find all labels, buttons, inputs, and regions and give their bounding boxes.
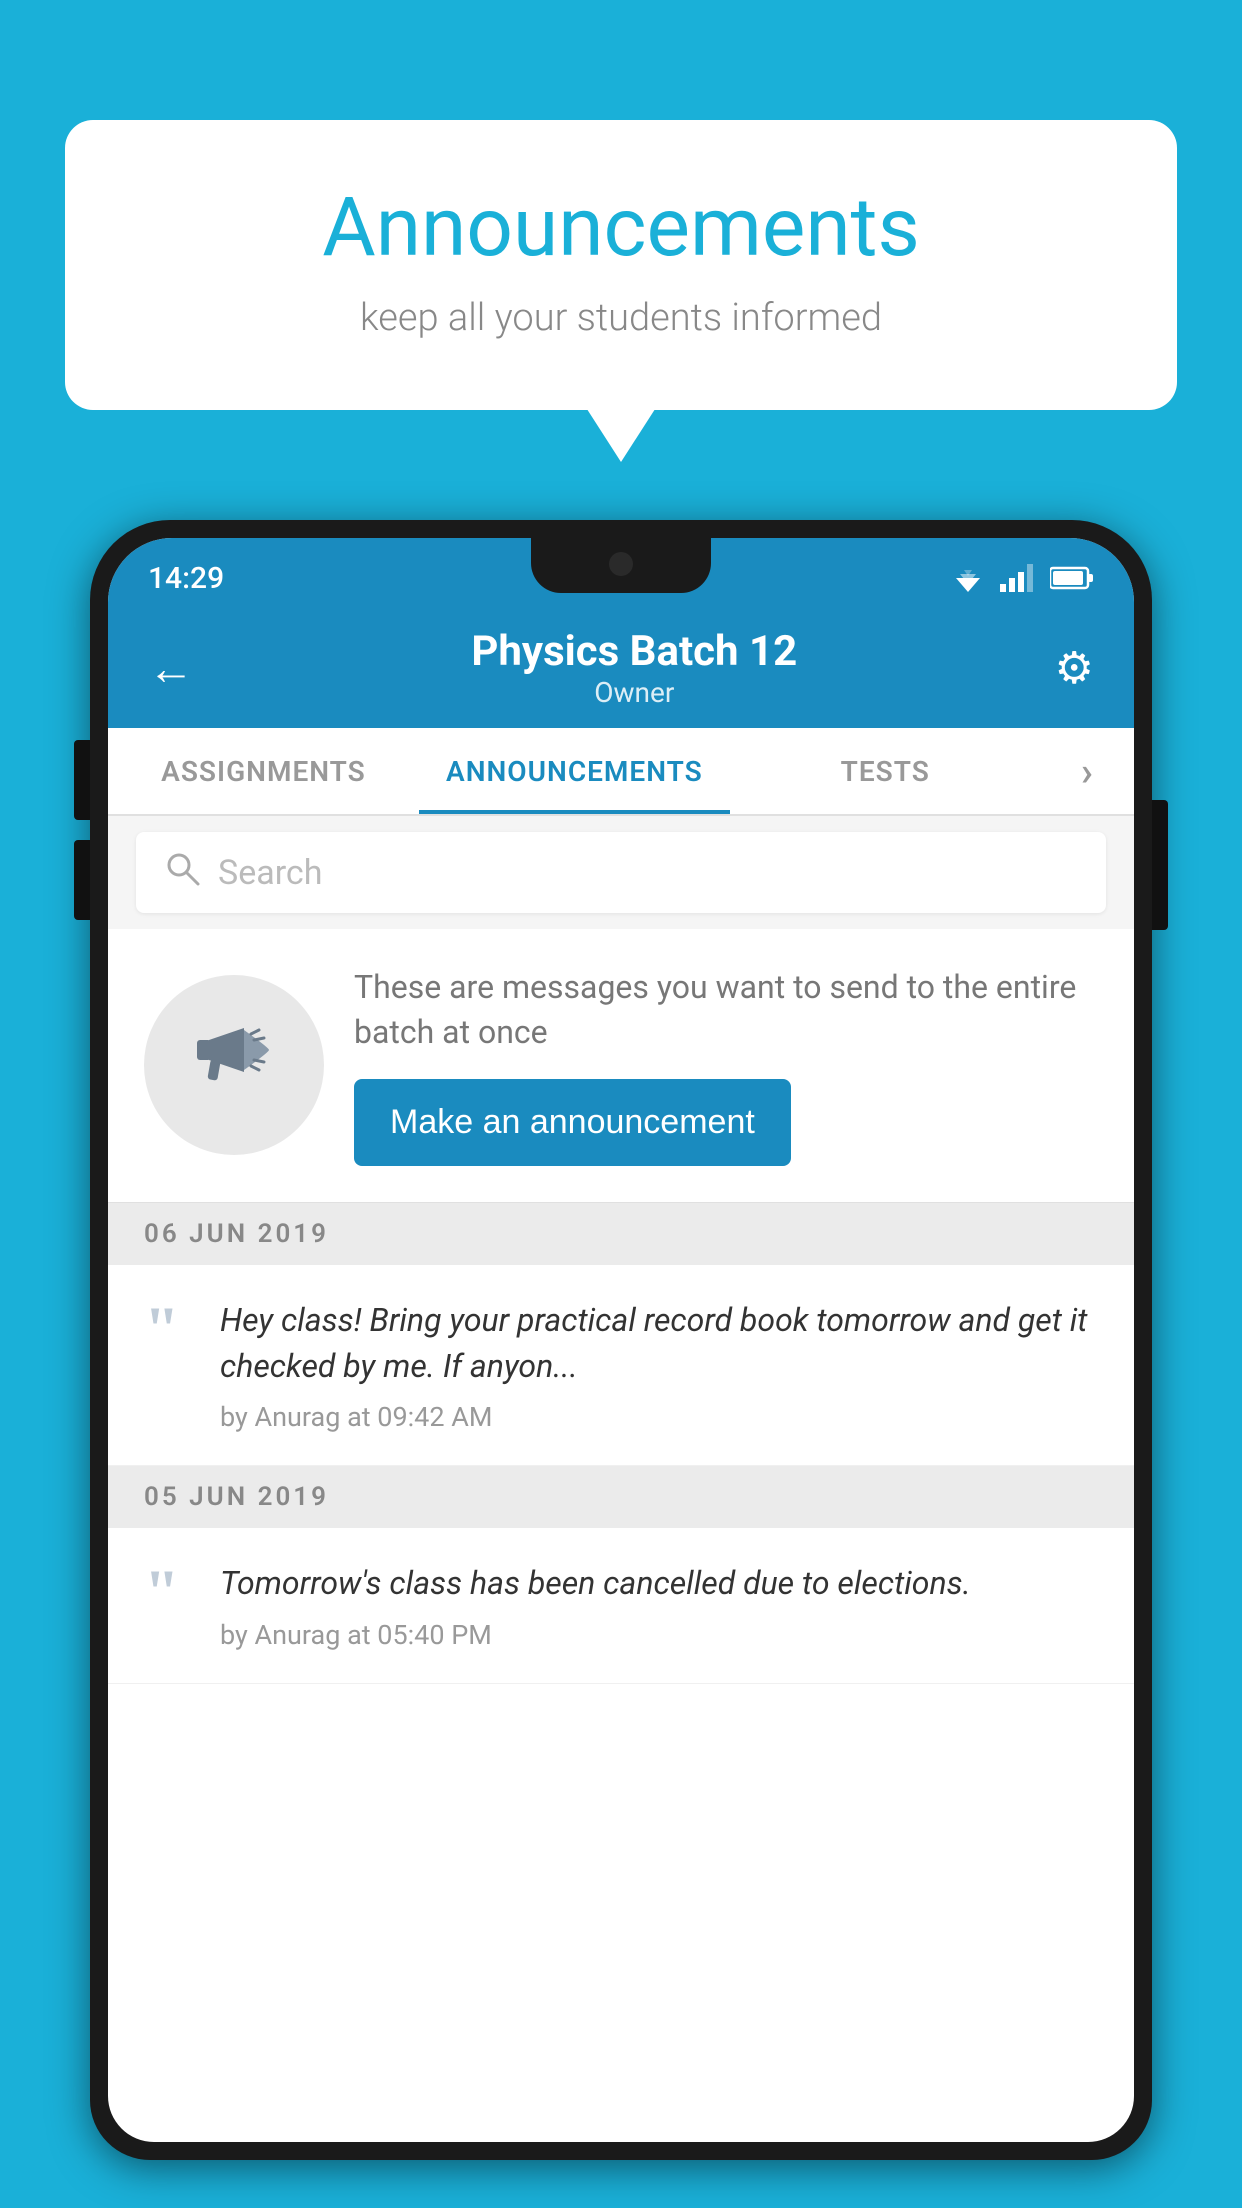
app-bar-title: Physics Batch 12: [214, 627, 1055, 676]
tab-assignments[interactable]: ASSIGNMENTS: [108, 728, 419, 814]
back-button[interactable]: ←: [148, 641, 194, 696]
promo-description: These are messages you want to send to t…: [354, 965, 1098, 1055]
promo-icon-circle: [144, 975, 324, 1155]
app-bar-subtitle: Owner: [214, 676, 1055, 709]
megaphone-icon: [189, 1010, 279, 1120]
signal-icon: [1000, 564, 1036, 592]
speech-bubble-area: Announcements keep all your students inf…: [65, 120, 1177, 410]
announcement-text-1: Hey class! Bring your practical record b…: [220, 1297, 1098, 1390]
volume-up-button[interactable]: [74, 740, 90, 820]
battery-icon: [1050, 566, 1094, 590]
date-separator-2: 05 JUN 2019: [108, 1466, 1134, 1528]
wifi-icon: [950, 564, 986, 592]
search-container: Search: [108, 816, 1134, 929]
bubble-subtitle: keep all your students informed: [145, 296, 1097, 340]
search-icon: [164, 850, 200, 895]
announcement-meta-2: by Anurag at 05:40 PM: [220, 1619, 971, 1651]
date-separator-1: 06 JUN 2019: [108, 1203, 1134, 1265]
phone-notch: [531, 538, 711, 593]
app-bar: ← Physics Batch 12 Owner ⚙: [108, 608, 1134, 728]
search-input-wrapper[interactable]: Search: [136, 832, 1106, 913]
phone-screen: 14:29: [108, 538, 1134, 2142]
promo-text-area: These are messages you want to send to t…: [354, 965, 1098, 1166]
announcement-content-1: Hey class! Bring your practical record b…: [220, 1297, 1098, 1434]
announcement-text-2: Tomorrow's class has been cancelled due …: [220, 1560, 971, 1606]
settings-icon[interactable]: ⚙: [1055, 642, 1094, 694]
announcement-meta-1: by Anurag at 09:42 AM: [220, 1401, 1098, 1433]
make-announcement-button[interactable]: Make an announcement: [354, 1079, 791, 1166]
announcement-item-2[interactable]: " Tomorrow's class has been cancelled du…: [108, 1528, 1134, 1683]
power-button[interactable]: [1152, 800, 1168, 930]
announcement-content-2: Tomorrow's class has been cancelled due …: [220, 1560, 971, 1650]
tab-announcements[interactable]: ANNOUNCEMENTS: [419, 728, 730, 814]
tab-more[interactable]: ›: [1041, 728, 1134, 814]
status-time: 14:29: [148, 561, 224, 596]
tab-tests[interactable]: TESTS: [730, 728, 1041, 814]
phone-container: 14:29: [90, 520, 1152, 2208]
phone-camera: [609, 552, 633, 576]
status-icons: [950, 564, 1094, 592]
announcement-item-1[interactable]: " Hey class! Bring your practical record…: [108, 1265, 1134, 1467]
tabs-bar: ASSIGNMENTS ANNOUNCEMENTS TESTS ›: [108, 728, 1134, 816]
search-input[interactable]: Search: [218, 853, 322, 893]
phone-outer: 14:29: [90, 520, 1152, 2160]
speech-bubble: Announcements keep all your students inf…: [65, 120, 1177, 410]
volume-down-button[interactable]: [74, 840, 90, 920]
bubble-title: Announcements: [145, 180, 1097, 276]
quote-icon-2: ": [144, 1570, 194, 1650]
app-bar-title-area: Physics Batch 12 Owner: [214, 627, 1055, 709]
quote-icon-1: ": [144, 1307, 194, 1434]
promo-block: These are messages you want to send to t…: [108, 929, 1134, 1203]
